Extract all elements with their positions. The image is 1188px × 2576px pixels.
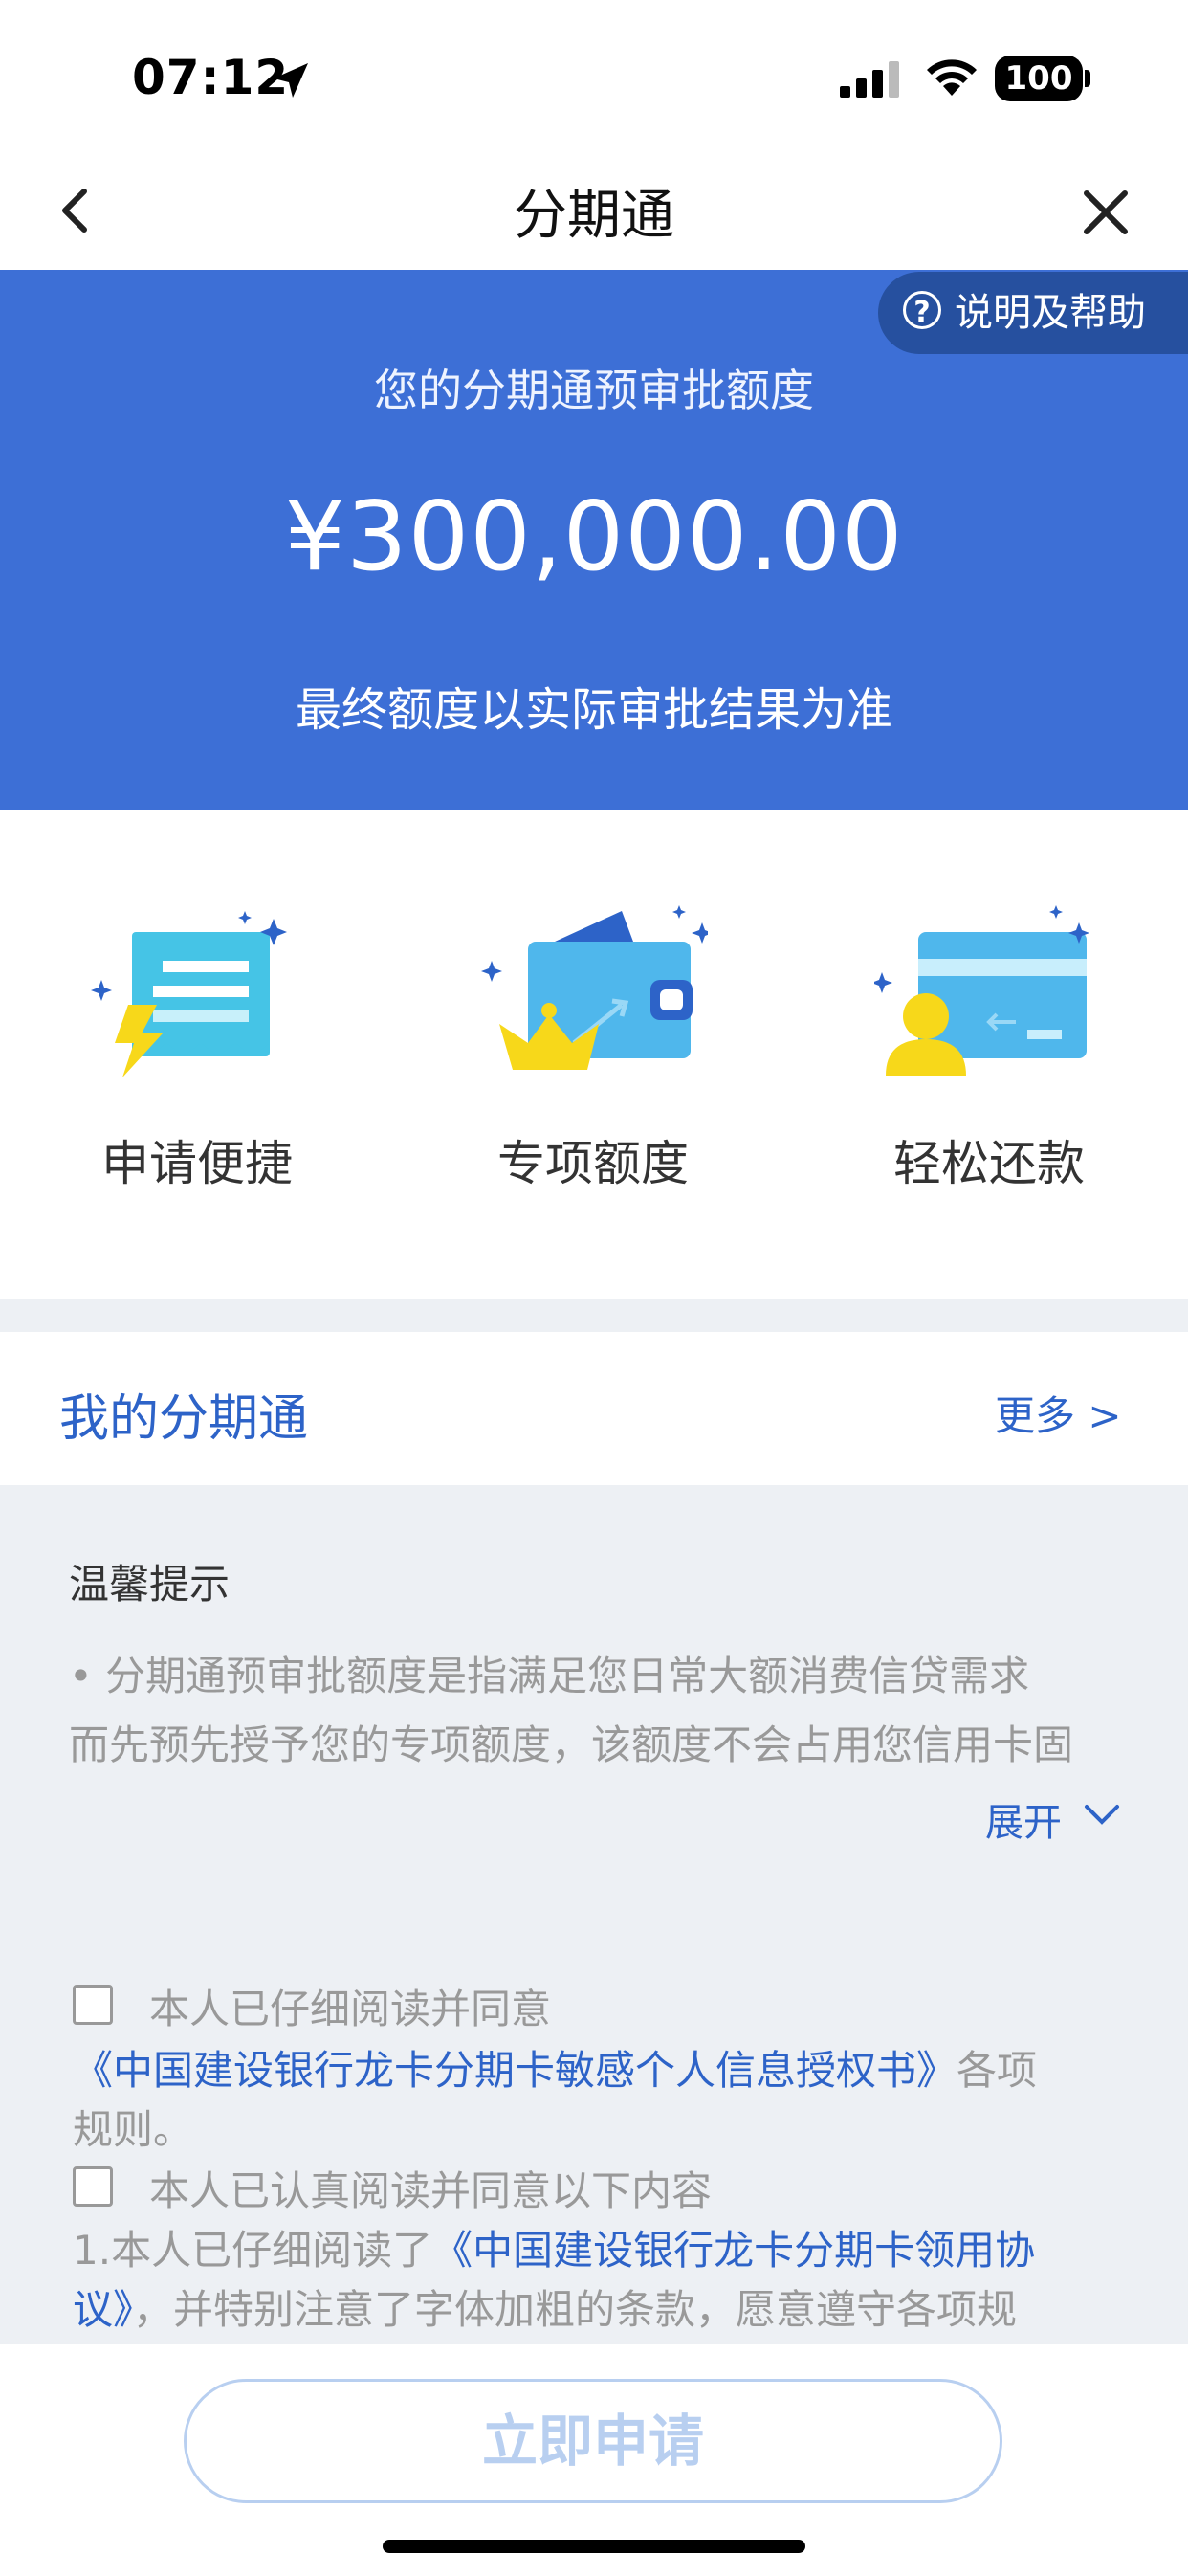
cellular-signal-icon [840, 61, 899, 98]
agreement-2-text: 本人已认真阅读并同意以下内容 [149, 2167, 713, 2214]
card-agreement-link[interactable]: 《中国建设银行龙卡分期卡领用协 [432, 2227, 1035, 2274]
agreement-checkbox-1[interactable] [73, 1985, 113, 2025]
more-link[interactable]: 更多 > [995, 1384, 1122, 1442]
agreement-1-suffix: 各项 [957, 2047, 1038, 2094]
question-circle-icon: ? [903, 291, 941, 329]
section-divider [0, 1299, 1188, 1332]
tips-text-line: 而先预先授予您的专项额度，该额度不会占用您信用卡固 [69, 1721, 1074, 1768]
card-user-icon [874, 905, 1089, 1076]
feature-label: 专项额度 [497, 1136, 689, 1191]
feature-special-limit: 专项额度 [440, 899, 746, 1206]
wallet-crown-icon [481, 905, 708, 1070]
agreement-2-prefix: 1.本人已仔细阅读了 [73, 2227, 433, 2274]
feature-label: 申请便捷 [101, 1136, 293, 1191]
expand-link[interactable]: 展开 [985, 1791, 1062, 1847]
agreement-checkbox-2[interactable] [73, 2166, 113, 2207]
page-title: 分期通 [514, 185, 674, 247]
wifi-icon [927, 59, 977, 96]
tips-text-line: • 分期通预审批额度是指满足您日常大额消费信贷需求 [69, 1653, 1030, 1699]
authorization-link[interactable]: 《中国建设银行龙卡分期卡敏感个人信息授权书》 [73, 2047, 957, 2094]
my-installment-title: 我的分期通 [59, 1390, 309, 1448]
feature-easy-repay: 轻松还款 [836, 899, 1142, 1206]
agreement-2-line3: 议》，并特别注意了字体加粗的条款，愿意遵守各项规 [73, 2277, 1017, 2336]
location-arrow-icon [274, 63, 308, 98]
battery-tip [1085, 70, 1090, 87]
card-agreement-link-end[interactable]: 议》 [73, 2286, 133, 2333]
status-time: 07:12 [132, 50, 290, 105]
help-button[interactable]: ? 说明及帮助 [878, 272, 1188, 354]
home-indicator [383, 2540, 805, 2553]
tips-title: 温馨提示 [69, 1561, 231, 1608]
close-icon[interactable] [1077, 184, 1134, 241]
limit-label: 您的分期通预审批额度 [374, 365, 814, 416]
limit-amount: ¥300,000.00 [284, 480, 904, 592]
feature-label: 轻松还款 [893, 1136, 1085, 1191]
help-label: 说明及帮助 [955, 291, 1146, 335]
chevron-down-icon[interactable] [1083, 1803, 1121, 1828]
agreement-2-suffix: ，并特别注意了字体加粗的条款，愿意遵守各项规 [133, 2286, 1018, 2333]
agreement-2-line2: 1.本人已仔细阅读了《中国建设银行龙卡分期卡领用协 [73, 2218, 1035, 2276]
agreement-1-line: 《中国建设银行龙卡分期卡敏感个人信息授权书》各项 [73, 2038, 1037, 2097]
agreement-1-text: 本人已仔细阅读并同意 [149, 1986, 552, 2032]
agreement-1-line3: 规则。 [73, 2106, 194, 2153]
apply-now-button[interactable]: 立即申请 [184, 2379, 1002, 2503]
limit-note: 最终额度以实际审批结果为准 [295, 683, 892, 737]
receipt-lightning-icon [91, 911, 287, 1077]
battery-indicator: 100 [995, 56, 1083, 101]
feature-easy-apply: 申请便捷 [44, 899, 350, 1206]
